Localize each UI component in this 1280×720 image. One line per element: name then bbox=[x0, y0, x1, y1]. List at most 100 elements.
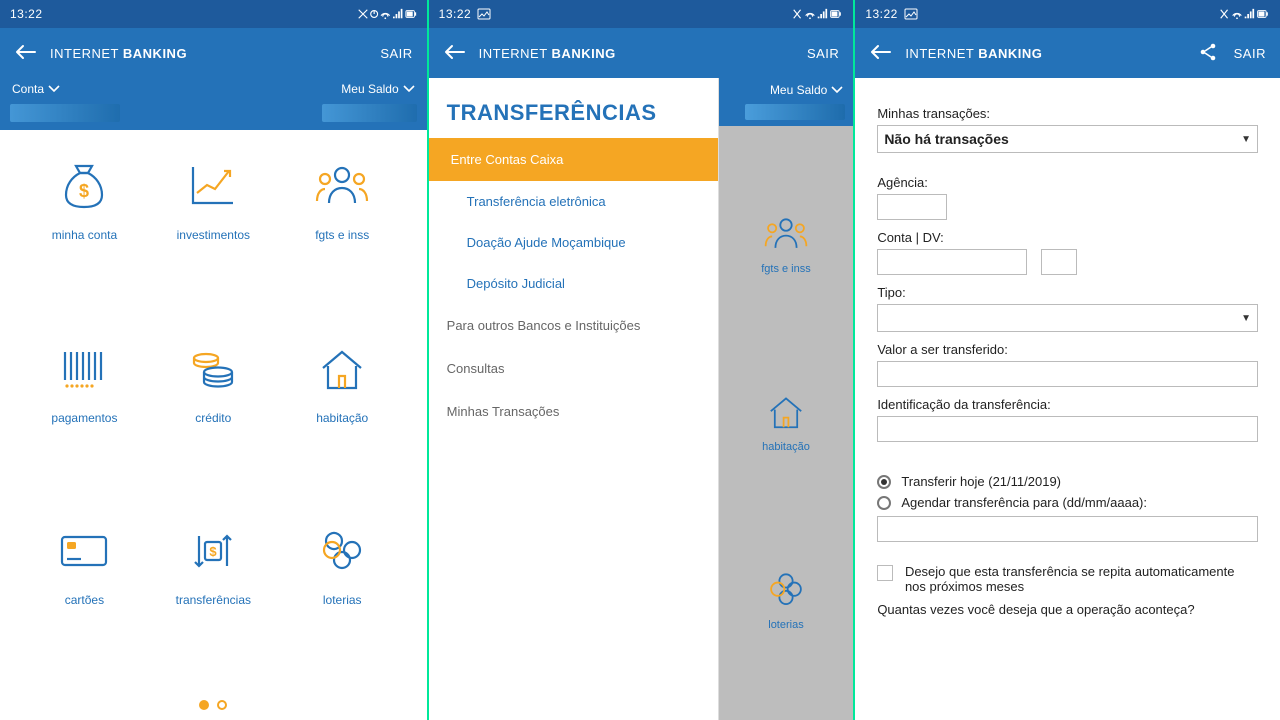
label-conta-dv: Conta | DV: bbox=[877, 230, 1258, 245]
menu-group-outros-bancos[interactable]: Para outros Bancos e Instituições bbox=[429, 304, 718, 347]
back-button[interactable] bbox=[443, 43, 465, 64]
status-bar: 13:22 bbox=[429, 0, 854, 28]
tile-transferencias[interactable]: $ transferências bbox=[149, 525, 278, 680]
menu-item-deposito-judicial[interactable]: Depósito Judicial bbox=[429, 263, 718, 304]
chevron-down-icon bbox=[831, 86, 843, 94]
menu-group-minhas-transacoes[interactable]: Minhas Transações bbox=[429, 390, 718, 433]
radio-agendar[interactable] bbox=[877, 496, 891, 510]
input-data-agendamento[interactable] bbox=[877, 516, 1258, 542]
dropdown-triangle-icon: ▼ bbox=[1241, 313, 1251, 324]
share-button[interactable] bbox=[1198, 42, 1218, 65]
people-icon bbox=[315, 163, 369, 209]
screen-transfer-form: 13:22 INTERNET BANKING SAIR Minhas trans… bbox=[853, 0, 1280, 720]
input-valor[interactable] bbox=[877, 361, 1258, 387]
input-dv[interactable] bbox=[1041, 249, 1077, 275]
tile-credito[interactable]: crédito bbox=[149, 343, 278, 498]
card-icon bbox=[57, 531, 111, 571]
clover-icon bbox=[766, 571, 806, 609]
chart-up-icon bbox=[188, 163, 238, 209]
account-row: Conta Meu Saldo bbox=[0, 78, 427, 104]
checkbox-repeat[interactable] bbox=[877, 565, 893, 581]
arrow-left-icon bbox=[443, 43, 465, 61]
select-tipo[interactable]: ▼ bbox=[877, 304, 1258, 332]
coins-icon bbox=[188, 346, 238, 392]
tile-fgts-inss[interactable]: fgts e inss bbox=[278, 160, 407, 315]
app-bar: INTERNET BANKING SAIR bbox=[429, 28, 854, 78]
people-icon bbox=[764, 215, 808, 253]
transfer-icon: $ bbox=[187, 528, 239, 574]
back-button[interactable] bbox=[869, 43, 891, 64]
logout-button[interactable]: SAIR bbox=[807, 46, 839, 61]
radio-hoje[interactable] bbox=[877, 475, 891, 489]
radio-row-hoje[interactable]: Transferir hoje (21/11/2019) bbox=[877, 474, 1258, 489]
drawer-menu: TRANSFERÊNCIAS Entre Contas Caixa Transf… bbox=[429, 78, 719, 720]
page-indicator[interactable] bbox=[0, 690, 427, 720]
tile-loterias[interactable]: loterias bbox=[278, 525, 407, 680]
tile-minha-conta[interactable]: $ minha conta bbox=[20, 160, 149, 315]
status-time: 13:22 bbox=[10, 7, 43, 21]
select-transacoes[interactable]: Não há transações▼ bbox=[877, 125, 1258, 153]
app-bar: INTERNET BANKING SAIR bbox=[855, 28, 1280, 78]
menu-item-transf-eletronica[interactable]: Transferência eletrônica bbox=[429, 181, 718, 222]
status-time: 13:22 bbox=[439, 7, 472, 21]
share-icon bbox=[1198, 42, 1218, 62]
status-bar: 13:22 bbox=[0, 0, 427, 28]
image-icon bbox=[477, 8, 491, 20]
house-icon bbox=[766, 393, 806, 431]
app-bar: INTERNET BANKING SAIR bbox=[0, 28, 427, 78]
tile-cartoes[interactable]: cartões bbox=[20, 525, 149, 680]
tile-pagamentos[interactable]: pagamentos bbox=[20, 343, 149, 498]
arrow-left-icon bbox=[14, 43, 36, 61]
status-time: 13:22 bbox=[865, 7, 898, 21]
masked-data bbox=[0, 104, 427, 130]
screen-home: 13:22 INTERNET BANKING SAIR Conta Meu Sa… bbox=[0, 0, 427, 720]
bg-tile-loterias: loterias bbox=[719, 571, 854, 631]
menu-item-entre-contas[interactable]: Entre Contas Caixa bbox=[429, 138, 718, 181]
screen-transfer-menu: 13:22 INTERNET BANKING SAIR TRANSFERÊNCI… bbox=[427, 0, 854, 720]
balance-dropdown[interactable]: Meu Saldo bbox=[341, 82, 398, 96]
logout-button[interactable]: SAIR bbox=[1234, 46, 1266, 61]
menu-group-consultas[interactable]: Consultas bbox=[429, 347, 718, 390]
menu-item-doacao[interactable]: Doação Ajude Moçambique bbox=[429, 222, 718, 263]
label-quantas-vezes: Quantas vezes você deseja que a operação… bbox=[877, 602, 1258, 617]
home-grid: $ minha conta investimentos bbox=[0, 130, 427, 690]
status-icons bbox=[357, 8, 417, 20]
image-icon bbox=[904, 8, 918, 20]
label-agencia: Agência: bbox=[877, 175, 1258, 190]
balance-dropdown[interactable]: Meu Saldo bbox=[770, 83, 827, 97]
label-valor: Valor a ser transferido: bbox=[877, 342, 1258, 357]
status-bar: 13:22 bbox=[855, 0, 1280, 28]
radio-row-agendar[interactable]: Agendar transferência para (dd/mm/aaaa): bbox=[877, 495, 1258, 510]
input-agencia[interactable] bbox=[877, 194, 947, 220]
label-identificacao: Identificação da transferência: bbox=[877, 397, 1258, 412]
status-icons bbox=[792, 8, 843, 20]
tile-habitacao[interactable]: habitação bbox=[278, 343, 407, 498]
svg-text:$: $ bbox=[210, 544, 218, 559]
page-dot-1 bbox=[199, 700, 209, 710]
appbar-title: INTERNET BANKING bbox=[50, 46, 187, 61]
transfer-form: Minhas transações: Não há transações▼ Ag… bbox=[855, 78, 1280, 720]
background-grid: Meu Saldo fgts e inss habit bbox=[719, 78, 854, 720]
label-tipo: Tipo: bbox=[877, 285, 1258, 300]
input-conta[interactable] bbox=[877, 249, 1027, 275]
appbar-title: INTERNET BANKING bbox=[905, 46, 1042, 61]
checkbox-repeat-row[interactable]: Desejo que esta transferência se repita … bbox=[877, 564, 1258, 594]
drawer-title: TRANSFERÊNCIAS bbox=[429, 78, 718, 138]
tile-investimentos[interactable]: investimentos bbox=[149, 160, 278, 315]
chevron-down-icon bbox=[48, 85, 60, 93]
bg-tile-habitacao: habitação bbox=[719, 393, 854, 453]
svg-text:$: $ bbox=[79, 181, 89, 201]
arrow-left-icon bbox=[869, 43, 891, 61]
barcode-icon bbox=[59, 346, 109, 392]
logout-button[interactable]: SAIR bbox=[380, 46, 412, 61]
house-icon bbox=[317, 346, 367, 392]
clover-icon bbox=[318, 528, 366, 574]
account-dropdown[interactable]: Conta bbox=[12, 82, 44, 96]
label-minhas-transacoes: Minhas transações: bbox=[877, 106, 1258, 121]
status-icons bbox=[1219, 8, 1270, 20]
dropdown-triangle-icon: ▼ bbox=[1241, 134, 1251, 145]
back-button[interactable] bbox=[14, 43, 36, 64]
money-bag-icon: $ bbox=[61, 161, 107, 211]
input-identificacao[interactable] bbox=[877, 416, 1258, 442]
bg-tile-fgts: fgts e inss bbox=[719, 215, 854, 275]
